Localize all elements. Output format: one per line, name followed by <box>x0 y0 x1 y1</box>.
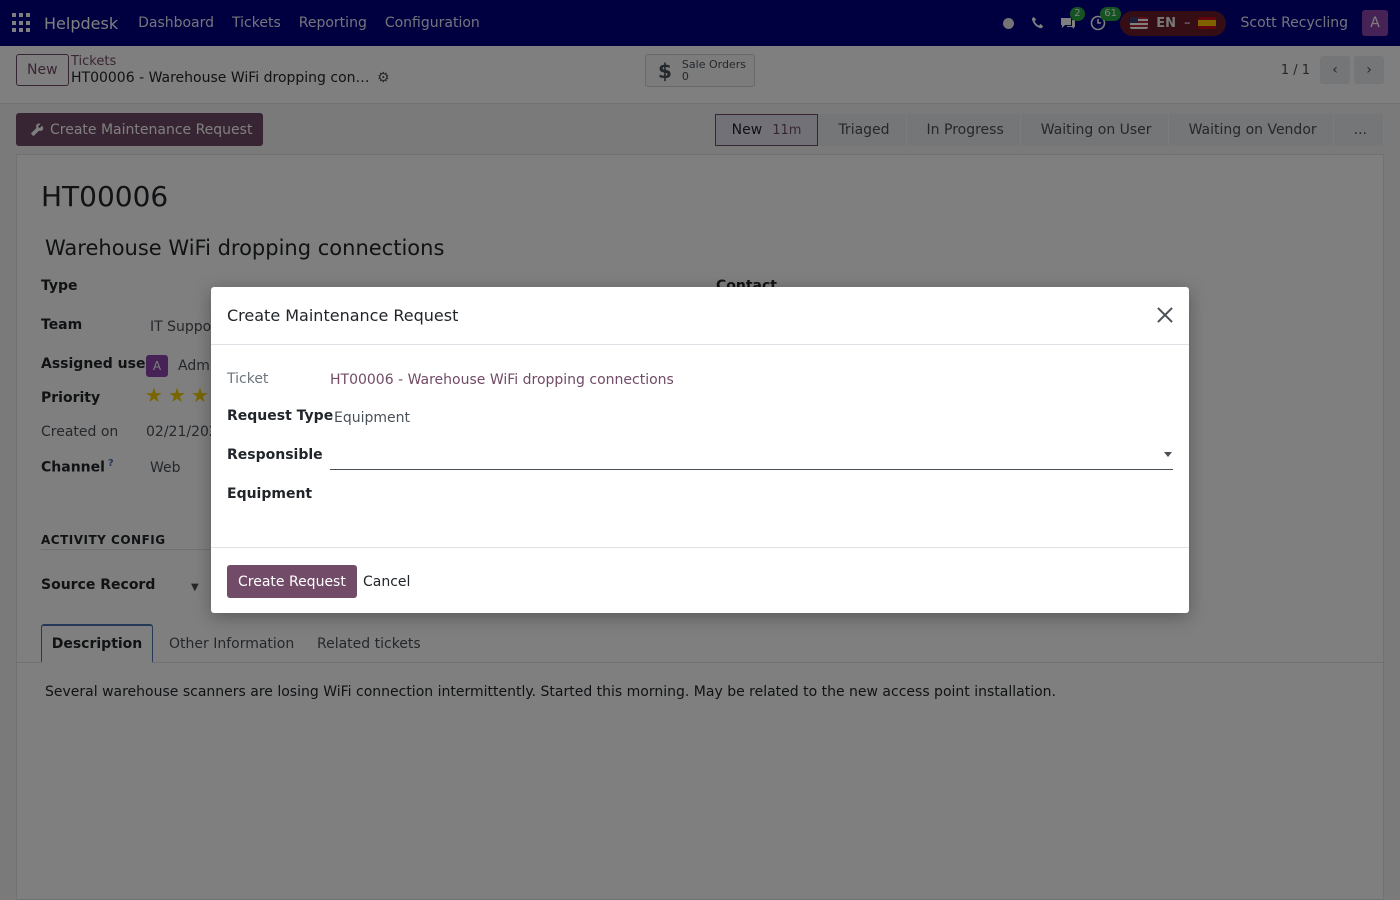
close-icon[interactable] <box>1155 305 1175 325</box>
ticket-label: Ticket <box>227 371 269 387</box>
modal-footer: Create Request Cancel <box>211 547 1189 613</box>
request-type-value[interactable]: Equipment <box>334 410 410 426</box>
equipment-label: Equipment <box>227 486 313 502</box>
ticket-link[interactable]: HT00006 - Warehouse WiFi dropping connec… <box>330 372 674 388</box>
modal-header: Create Maintenance Request <box>211 287 1189 345</box>
create-request-button[interactable]: Create Request <box>227 565 357 598</box>
cancel-button[interactable]: Cancel <box>363 565 410 598</box>
responsible-input[interactable] <box>330 445 1173 470</box>
request-type-label: Request Type <box>227 408 334 424</box>
caret-down-icon[interactable] <box>1164 452 1172 457</box>
modal-title: Create Maintenance Request <box>227 306 459 325</box>
responsible-label: Responsible <box>227 447 323 463</box>
create-maintenance-modal: Create Maintenance Request Ticket HT0000… <box>211 287 1189 613</box>
